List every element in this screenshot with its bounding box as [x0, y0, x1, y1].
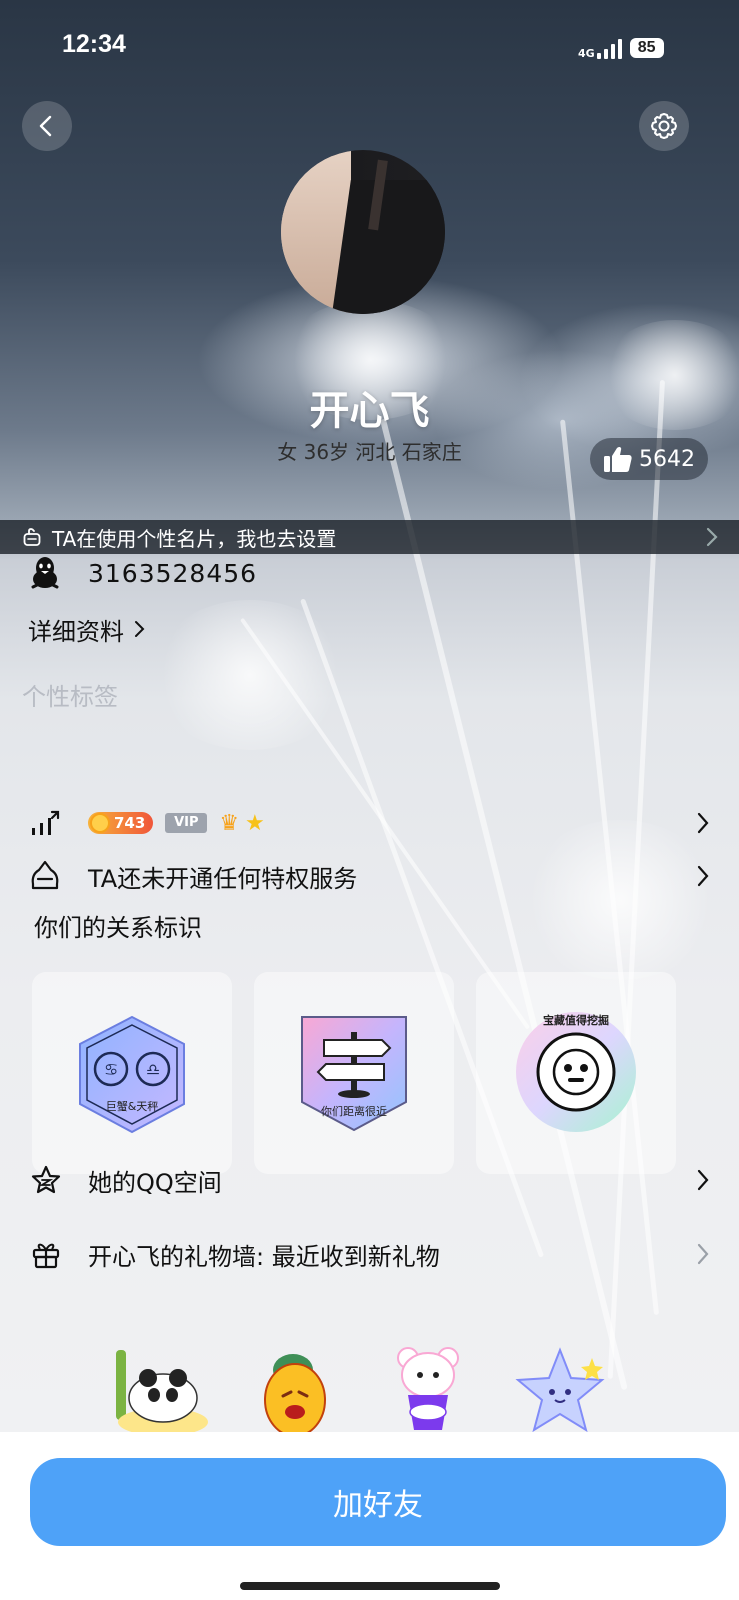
qq-number-row[interactable]: 3163528456: [30, 555, 257, 591]
chevron-right-icon: [697, 812, 709, 834]
badge-label: 宝藏值得挖掘: [543, 1013, 609, 1027]
gear-icon: [651, 113, 677, 139]
privilege-icon: [31, 860, 59, 890]
qzone-text: 她的QQ空间: [88, 1168, 222, 1197]
zodiac-badge-icon: ♋ ♎ 巨蟹&天秤: [79, 1015, 185, 1134]
privilege-text: TA还未开通任何特权服务: [88, 864, 358, 893]
gift-icon: [32, 1243, 60, 1269]
thumbs-up-icon: [604, 446, 632, 472]
crown-icon: ♛: [219, 810, 240, 836]
badge-label: 巨蟹&天秤: [106, 1099, 159, 1113]
home-indicator: [240, 1582, 500, 1590]
personal-card-banner[interactable]: TA在使用个性名片，我也去设置: [0, 520, 739, 554]
relation-badge-zodiac[interactable]: ♋ ♎ 巨蟹&天秤: [32, 972, 232, 1174]
personal-tags[interactable]: 个性标签: [22, 677, 118, 711]
status-icons: 4G 85: [578, 34, 664, 62]
panda-gift-icon: [116, 1350, 208, 1436]
like-count: 5642: [639, 446, 695, 472]
level-row[interactable]: 743 VIP ♛ ★: [30, 804, 710, 842]
bear-gift-icon: [397, 1347, 459, 1430]
svg-text:♎: ♎: [146, 1060, 160, 1079]
level-chart-icon: [32, 810, 60, 835]
chevron-right-icon: [697, 865, 709, 887]
avatar[interactable]: [281, 150, 445, 314]
banner-text: TA在使用个性名片，我也去设置: [52, 526, 337, 551]
star-icon: ★: [245, 810, 265, 836]
signpost-badge-icon: 你们距离很近: [301, 1016, 407, 1132]
gift-wall-text: 开心飞的礼物墙: 最近收到新礼物: [88, 1242, 440, 1271]
penguin-icon: [31, 557, 59, 589]
back-arrow-icon: [39, 115, 52, 137]
nickname: 开心飞: [309, 388, 430, 434]
tags-placeholder: 个性标签: [22, 682, 118, 711]
detail-link[interactable]: 详细资料: [28, 612, 146, 646]
back-button[interactable]: [22, 101, 72, 151]
mango-gift-icon: [264, 1354, 326, 1437]
vip-badge: VIP: [165, 813, 208, 833]
settings-button[interactable]: [639, 101, 689, 151]
relation-badge-distance[interactable]: 你们距离很近: [254, 972, 454, 1174]
signal-icon: [596, 37, 622, 59]
chevron-right-icon: [135, 621, 145, 637]
gift-mango[interactable]: [245, 1340, 345, 1440]
network-type: 4G: [578, 47, 595, 60]
relation-badge-treasure[interactable]: 宝藏值得挖掘: [476, 972, 676, 1174]
star-gift-icon: [515, 1347, 605, 1433]
gift-bear[interactable]: [378, 1340, 478, 1440]
svg-text:♋: ♋: [104, 1060, 118, 1079]
treasure-badge-icon: 宝藏值得挖掘: [516, 1012, 636, 1132]
gift-panda[interactable]: [108, 1340, 208, 1440]
chevron-right-icon: [697, 1243, 709, 1265]
status-time: 12:34: [62, 30, 126, 58]
badge-label: 你们距离很近: [321, 1104, 387, 1118]
qq-level-badge: 743: [88, 812, 154, 834]
battery-indicator: 85: [629, 38, 664, 58]
gift-wall-row[interactable]: 开心飞的礼物墙: 最近收到新礼物: [30, 1234, 710, 1274]
qq-number: 3163528456: [88, 558, 258, 588]
qzone-star-icon: [31, 1165, 61, 1194]
level-value: 743: [114, 814, 146, 832]
add-friend-button[interactable]: 加好友: [30, 1458, 726, 1546]
detail-label: 详细资料: [28, 617, 124, 646]
like-button[interactable]: 5642: [590, 438, 708, 480]
chevron-right-icon: [697, 1169, 709, 1191]
relation-title: 你们的关系标识: [34, 914, 202, 942]
chevron-right-icon: [706, 527, 718, 547]
privilege-row[interactable]: TA还未开通任何特权服务: [30, 856, 710, 896]
gift-star[interactable]: [510, 1340, 610, 1440]
qzone-row[interactable]: 她的QQ空间: [30, 1160, 710, 1200]
card-style-icon: [23, 528, 41, 546]
